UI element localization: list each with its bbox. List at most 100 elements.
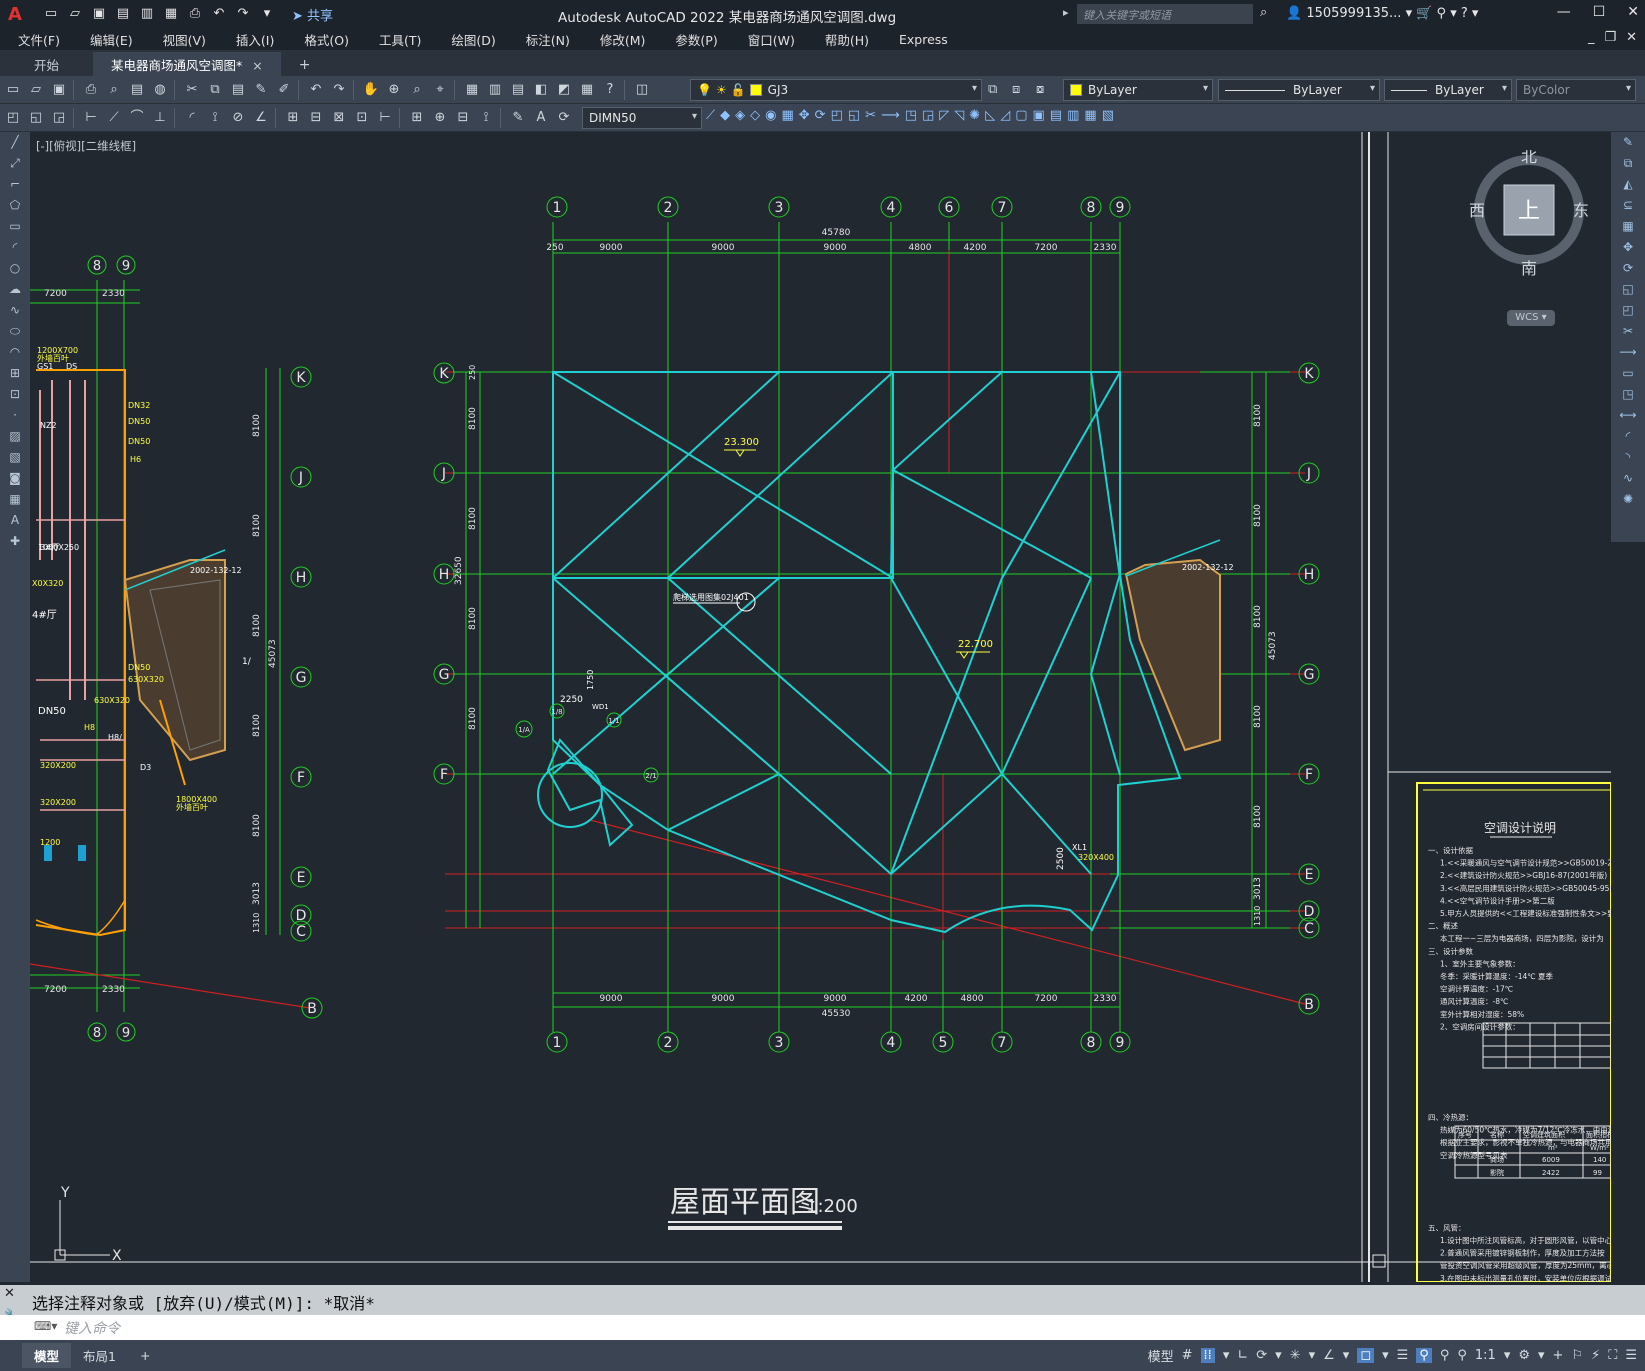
trim-icon[interactable]: ✂	[1611, 321, 1645, 342]
new-icon[interactable]: ▭	[3, 81, 23, 99]
rotate-icon[interactable]: ⟳	[815, 108, 826, 123]
table-icon[interactable]: ▦	[0, 489, 30, 510]
break-icon[interactable]: ◳	[905, 108, 917, 123]
center-mark-icon[interactable]: ⊕	[430, 109, 450, 127]
menu-modify[interactable]: 修改(M)	[600, 30, 646, 49]
dim-update-icon[interactable]: ⟳	[554, 109, 574, 127]
viewcube-south[interactable]: 南	[1521, 259, 1537, 278]
chevron-down-icon[interactable]: ▾	[1223, 1348, 1230, 1363]
drawing-canvas[interactable]: [-][俯视][二维线框] 7200 2330 7200 2330 8 9 8 …	[30, 132, 1611, 1282]
jogged-icon[interactable]: ⟟	[205, 109, 225, 127]
layer-previous-icon[interactable]: ⧈	[1012, 82, 1020, 97]
plot-icon[interactable]: ⎙	[81, 81, 101, 99]
viewcube[interactable]: 上 北 南 东 西 WCS ▾	[1467, 147, 1591, 326]
join-icon[interactable]: ◲	[922, 108, 934, 123]
group-icon[interactable]: ▣	[1033, 108, 1045, 123]
copy-object-icon[interactable]: ◈	[735, 108, 745, 123]
chevron-down-icon[interactable]: ▾	[1275, 1348, 1282, 1363]
menu-format[interactable]: 格式(O)	[304, 30, 349, 49]
viewcube-north[interactable]: 北	[1521, 147, 1537, 166]
line-tool-icon[interactable]: ╱	[0, 132, 30, 153]
chevron-down-icon[interactable]: ▾	[1382, 1348, 1389, 1363]
chamfer-icon[interactable]: ◸	[939, 108, 949, 123]
make-current-layer-icon[interactable]: ⧉	[988, 82, 997, 97]
annotation-scale-icon[interactable]: ⚲	[1457, 1348, 1467, 1363]
sheet-set-icon[interactable]: ◧	[531, 81, 551, 99]
model-space-toggle[interactable]: 模型	[1148, 1346, 1174, 1365]
snap-icon[interactable]: ⁞⁞	[1200, 1348, 1215, 1363]
break-point-icon[interactable]: ▭	[1611, 363, 1645, 384]
copy-icon[interactable]: ⧉	[205, 81, 225, 99]
add-selected-icon[interactable]: ✚	[0, 531, 30, 552]
insert-block-icon[interactable]: ⊞	[0, 363, 30, 384]
menu-insert[interactable]: 插入(I)	[236, 30, 274, 49]
maximize-icon[interactable]: ☐	[1593, 4, 1606, 20]
zoom-window-icon[interactable]: ⌕	[407, 81, 427, 99]
arc-icon[interactable]: ◜	[0, 237, 30, 258]
trim-icon[interactable]: ✂	[865, 108, 876, 123]
undo-icon[interactable]: ↶	[306, 81, 326, 99]
annotation-visibility-icon[interactable]: ⚲	[1416, 1348, 1432, 1363]
extend-icon[interactable]: ⟶	[1611, 342, 1645, 363]
clean-screen-icon[interactable]: ⛶	[1608, 1348, 1617, 1363]
chevron-down-icon[interactable]: ▾	[1343, 1348, 1350, 1363]
rectangle-icon[interactable]: ▭	[0, 216, 30, 237]
circle-icon[interactable]: ○	[0, 258, 30, 279]
point-icon[interactable]: ⋅	[0, 405, 30, 426]
lineweight-icon[interactable]: ☰	[1397, 1348, 1409, 1363]
copy-icon[interactable]: ⧉	[1611, 153, 1645, 174]
undo-icon[interactable]: ↶	[210, 6, 228, 22]
plotstyle-dropdown[interactable]: ByColor ▾	[1516, 79, 1636, 101]
layer-states-icon[interactable]: ⧇	[1036, 82, 1044, 97]
viewcube-east[interactable]: 东	[1573, 201, 1589, 220]
join-icon[interactable]: ⟷	[1611, 405, 1645, 426]
doc-close-icon[interactable]: ✕	[1626, 30, 1637, 45]
help-icon[interactable]: ?	[1461, 6, 1468, 21]
search-icon[interactable]: ⌕	[1260, 5, 1267, 20]
tab-drawing[interactable]: 某电器商场通风空调图* ×	[93, 52, 281, 76]
paste-icon[interactable]: ▤	[228, 81, 248, 99]
array-icon[interactable]: ▦	[781, 108, 793, 123]
stretch-icon[interactable]: ◱	[848, 108, 860, 123]
linetype-dropdown[interactable]: ByLayer ▾	[1218, 79, 1380, 101]
search-input[interactable]: 键入关键字或短语	[1077, 4, 1253, 24]
gear-icon[interactable]: ⚙	[1518, 1348, 1530, 1363]
menu-view[interactable]: 视图(V)	[163, 30, 206, 49]
publish-icon[interactable]: ▤	[127, 81, 147, 99]
extend-icon[interactable]: ⟶	[881, 108, 900, 123]
scale-icon[interactable]: ◰	[831, 108, 843, 123]
menu-express[interactable]: Express	[899, 32, 948, 47]
tab-close-icon[interactable]: ×	[252, 58, 262, 73]
offset-icon[interactable]: ◉	[765, 108, 776, 123]
new-tab-button[interactable]: +	[293, 54, 317, 76]
customize-icon[interactable]: ☰	[1625, 1348, 1637, 1363]
match-properties-icon[interactable]: ✎	[251, 81, 271, 99]
hardware-acceleration-icon[interactable]: ⚡	[1591, 1348, 1600, 1363]
auto-scale-icon[interactable]: ⚲	[1440, 1348, 1450, 1363]
ellipse-arc-icon[interactable]: ◠	[0, 342, 30, 363]
chevron-down-icon[interactable]: ▾	[1538, 1348, 1545, 1363]
menu-file[interactable]: 文件(F)	[18, 30, 60, 49]
command-input[interactable]: 键入命令	[0, 1315, 1645, 1340]
rotate-icon[interactable]: ⟳	[1611, 258, 1645, 279]
inspection-icon[interactable]: ⊟	[453, 109, 473, 127]
angular-icon[interactable]: ∠	[251, 109, 271, 127]
publish-icon[interactable]: ▥	[138, 6, 156, 22]
viewport-controls[interactable]: [-][俯视][二维线框]	[36, 138, 136, 154]
radius-icon[interactable]: ◜	[182, 109, 202, 127]
polyline-icon[interactable]: ⌐	[0, 174, 30, 195]
command-prompt-icon[interactable]: ⌨▾	[34, 1319, 57, 1333]
region-icon[interactable]: ◿	[1000, 108, 1010, 123]
share-button[interactable]: ➤ 共享	[292, 5, 333, 24]
region-icon[interactable]: ◙	[0, 468, 30, 489]
plus-icon[interactable]: +	[1553, 1348, 1564, 1363]
viewcube-west[interactable]: 西	[1469, 201, 1485, 220]
mirror-icon[interactable]: ◇	[750, 108, 760, 123]
dim-edit-icon[interactable]: ✎	[508, 109, 528, 127]
markup-icon[interactable]: ◩	[554, 81, 574, 99]
menu-dimension[interactable]: 标注(N)	[526, 30, 570, 49]
dim-break-icon[interactable]: ⊢	[375, 109, 395, 127]
text-icon[interactable]: ◱	[26, 109, 46, 127]
chevron-down-icon[interactable]: ▾	[1504, 1348, 1511, 1363]
pan-icon[interactable]: ✋	[361, 81, 381, 99]
